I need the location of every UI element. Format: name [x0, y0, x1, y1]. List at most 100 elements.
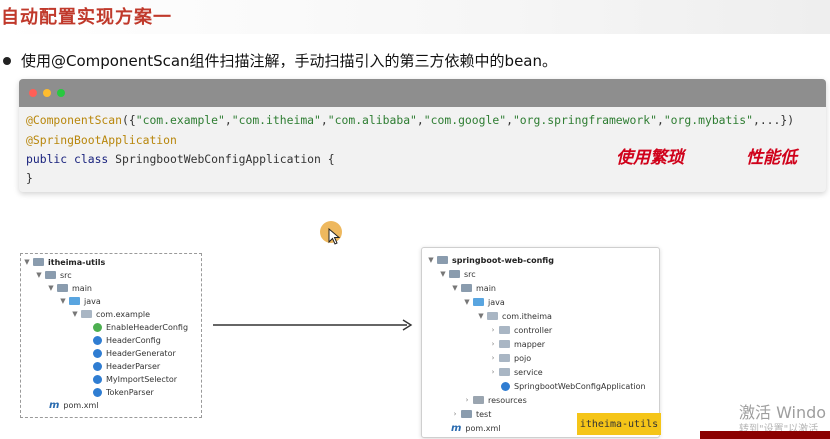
chevron-down-icon[interactable]: ▼ [451, 284, 459, 292]
spring-boot-class-icon [501, 381, 510, 391]
tree-item-class[interactable]: HeaderGenerator [93, 347, 176, 359]
tree-label: java [488, 297, 505, 307]
chevron-right-icon[interactable]: › [489, 368, 497, 376]
code-string: "com.google" [423, 113, 507, 127]
resources-folder-icon [473, 396, 484, 404]
code-class-decl: SpringbootWebConfigApplication { [108, 152, 335, 166]
tree-label: service [514, 367, 543, 377]
tree-item-java[interactable]: ▼ java [59, 295, 101, 307]
tree-label: main [72, 283, 92, 293]
chevron-right-icon[interactable]: › [489, 340, 497, 348]
code-window: @ComponentScan({"com.example","com.ithei… [19, 79, 826, 192]
bullet-icon [3, 57, 11, 65]
chevron-down-icon[interactable]: ▼ [71, 310, 79, 318]
tree-item-subpackage[interactable]: › service [489, 366, 543, 378]
flow-arrow-icon [213, 319, 413, 331]
project-tree-springboot-web-config: ▼ springboot-web-config ▼ src ▼ main ▼ j… [421, 247, 660, 438]
tree-item-root[interactable]: ▼ itheima-utils [23, 256, 105, 268]
tree-label: test [476, 409, 492, 419]
tree-item-pom[interactable]: m pom.xml [451, 422, 500, 434]
tree-label: com.itheima [502, 311, 552, 321]
code-string: "com.itheima" [231, 113, 321, 127]
tree-item-class[interactable]: HeaderConfig [93, 334, 161, 346]
package-icon [499, 340, 510, 348]
code-line-4: } [26, 171, 33, 185]
code-string: "org.springframework" [512, 113, 657, 127]
package-icon [499, 326, 510, 334]
tree-item-main[interactable]: ▼ main [451, 282, 496, 294]
tree-item-test[interactable]: › test [451, 408, 492, 420]
chevron-down-icon[interactable]: ▼ [463, 298, 471, 306]
tree-item-resources[interactable]: › resources [463, 394, 527, 406]
code-line-3: public class SpringbootWebConfigApplicat… [26, 152, 335, 166]
tree-label: springboot-web-config [452, 255, 554, 265]
tree-item-app-class[interactable]: SpringbootWebConfigApplication [501, 380, 646, 392]
tree-label: pojo [514, 353, 532, 363]
chevron-down-icon[interactable]: ▼ [477, 312, 485, 320]
project-tree-itheima-utils: ▼ itheima-utils ▼ src ▼ main ▼ java ▼ co… [20, 253, 202, 418]
tree-item-java[interactable]: ▼ java [463, 296, 505, 308]
chevron-down-icon[interactable]: ▼ [47, 284, 55, 292]
class-icon [93, 387, 102, 397]
tree-label: main [476, 283, 496, 293]
tree-item-main[interactable]: ▼ main [47, 282, 92, 294]
chevron-down-icon[interactable]: ▼ [427, 256, 435, 264]
chevron-right-icon[interactable]: › [451, 410, 459, 418]
package-icon [499, 354, 510, 362]
tree-label: MyImportSelector [106, 374, 178, 384]
close-dot-icon[interactable] [29, 89, 37, 97]
chevron-right-icon[interactable]: › [489, 354, 497, 362]
package-icon [499, 368, 510, 376]
tree-item-subpackage[interactable]: › mapper [489, 338, 545, 350]
tree-label: itheima-utils [48, 257, 106, 267]
code-string: "com.alibaba" [327, 113, 417, 127]
code-window-titlebar [19, 79, 826, 107]
tree-label: resources [488, 395, 527, 405]
chevron-down-icon[interactable]: ▼ [35, 271, 43, 279]
tree-item-subpackage[interactable]: › controller [489, 324, 553, 336]
tree-label: pom.xml [63, 400, 99, 410]
chevron-right-icon[interactable]: › [489, 326, 497, 334]
package-icon [487, 312, 498, 320]
chevron-right-icon[interactable]: › [463, 396, 471, 404]
tree-item-class[interactable]: MyImportSelector [93, 373, 177, 385]
tree-item-class[interactable]: HeaderParser [93, 360, 160, 372]
tree-label: SpringbootWebConfigApplication [514, 381, 646, 391]
tree-item-pom[interactable]: m pom.xml [49, 399, 98, 411]
tree-label: mapper [514, 339, 546, 349]
tree-item-package[interactable]: ▼ com.example [71, 308, 150, 320]
class-icon [93, 361, 102, 371]
code-open-brace: ({ [122, 113, 136, 127]
tree-item-root[interactable]: ▼ springboot-web-config [427, 254, 554, 266]
module-folder-icon [437, 256, 448, 264]
tree-item-subpackage[interactable]: › pojo [489, 352, 532, 364]
maximize-dot-icon[interactable] [57, 89, 65, 97]
bullet-text: 使用@ComponentScan组件扫描注解，手动扫描引入的第三方依赖中的bea… [21, 52, 558, 70]
tree-label: src [464, 269, 476, 279]
source-folder-icon [69, 297, 80, 305]
minimize-dot-icon[interactable] [43, 89, 51, 97]
bottom-red-banner [700, 431, 830, 439]
tree-label: com.example [96, 309, 151, 319]
tree-item-class[interactable]: TokenParser [93, 386, 154, 398]
handwritten-note-cumbersome: 使用繁琐 [616, 148, 684, 168]
code-line-2: @SpringBootApplication [26, 133, 177, 147]
annotation-class-icon [93, 322, 102, 332]
tree-item-class[interactable]: EnableHeaderConfig [93, 321, 188, 333]
tree-item-src[interactable]: ▼ src [35, 269, 72, 281]
code-tail: ,...}) [752, 113, 795, 127]
chevron-down-icon[interactable]: ▼ [23, 258, 31, 266]
package-icon [81, 310, 92, 318]
tree-label: java [84, 296, 101, 306]
tree-label: controller [514, 325, 553, 335]
tree-label: src [60, 270, 72, 280]
tree-item-src[interactable]: ▼ src [439, 268, 476, 280]
tree-item-package[interactable]: ▼ com.itheima [477, 310, 552, 322]
tree-label: HeaderParser [106, 361, 161, 371]
code-string: "org.mybatis" [663, 113, 753, 127]
module-folder-icon [33, 258, 44, 266]
source-folder-icon [473, 298, 484, 306]
chevron-down-icon[interactable]: ▼ [439, 270, 447, 278]
class-icon [93, 374, 102, 384]
chevron-down-icon[interactable]: ▼ [59, 297, 67, 305]
